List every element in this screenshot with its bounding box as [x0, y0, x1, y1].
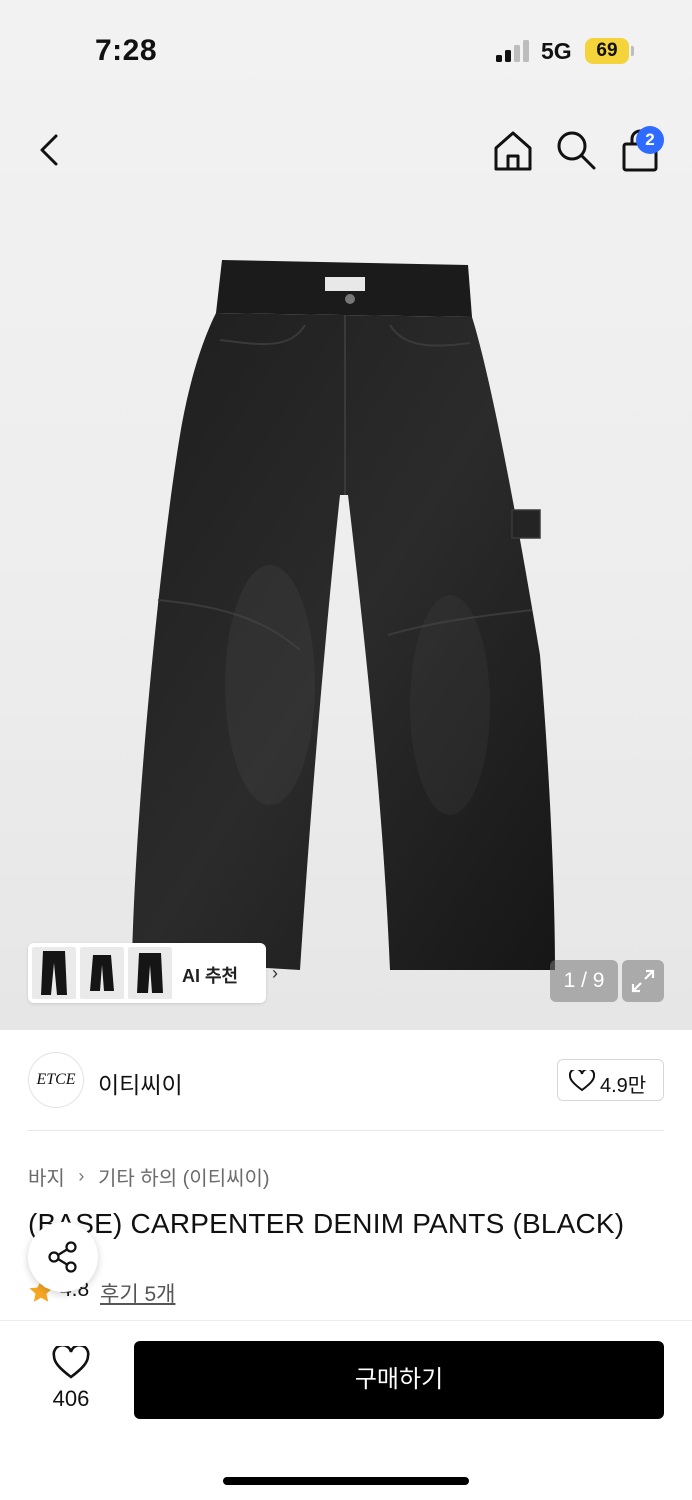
chevron-right-icon: › — [78, 1166, 85, 1186]
product-title: (BASE) CARPENTER DENIM PANTS (BLACK) — [28, 1208, 625, 1239]
ai-recommend-label: AI 추천 — [182, 966, 239, 986]
signal-icon — [496, 40, 529, 62]
share-icon — [48, 1241, 77, 1273]
wishlist-button[interactable]: 406 — [40, 1342, 102, 1418]
product-image-gallery[interactable]: 7:28 5G 69 2 AI 추천 › 1 / 9 — [0, 0, 692, 1030]
breadcrumb-category[interactable]: 바지 — [28, 1162, 65, 1191]
cart-count-badge: 2 — [636, 126, 664, 154]
status-time: 7:28 — [95, 34, 158, 67]
brand-name[interactable]: 이티씨이 — [98, 1066, 183, 1100]
battery-tip — [631, 46, 634, 56]
ai-recommendation-card[interactable]: AI 추천 › — [28, 943, 278, 1003]
brand-like-count: 4.9만 — [600, 1075, 647, 1097]
breadcrumb-subcategory[interactable]: 기타 하의 (이티씨이) — [98, 1162, 270, 1191]
battery-level: 69 — [585, 38, 629, 64]
product-photo — [132, 260, 555, 970]
share-button[interactable] — [28, 1222, 98, 1292]
brand-like-button[interactable]: 4.9만 — [557, 1059, 664, 1101]
back-arrow-icon[interactable] — [32, 130, 68, 170]
brand-logo[interactable]: ETCE — [28, 1052, 84, 1108]
search-icon[interactable] — [554, 128, 598, 172]
divider — [28, 1130, 664, 1131]
breadcrumb: 바지 › 기타 하의 (이티씨이) — [28, 1162, 270, 1191]
expand-icon[interactable] — [622, 960, 664, 1002]
status-bar: 7:28 5G 69 — [0, 0, 692, 100]
chevron-right-icon: › — [272, 963, 278, 983]
network-type: 5G — [541, 38, 572, 64]
buy-button[interactable]: 구매하기 — [134, 1341, 664, 1419]
heart-icon — [52, 1346, 90, 1379]
wishlist-count: 406 — [52, 1386, 90, 1411]
recommend-thumbnail[interactable] — [128, 947, 172, 999]
home-icon[interactable] — [490, 128, 536, 174]
recommend-thumbnail[interactable] — [80, 947, 124, 999]
home-indicator — [223, 1477, 469, 1485]
recommend-thumbnail[interactable] — [32, 947, 76, 999]
heart-icon — [569, 1070, 595, 1092]
image-counter: 1 / 9 — [550, 960, 618, 1002]
review-count-link[interactable]: 후기 5개 — [100, 1278, 175, 1308]
